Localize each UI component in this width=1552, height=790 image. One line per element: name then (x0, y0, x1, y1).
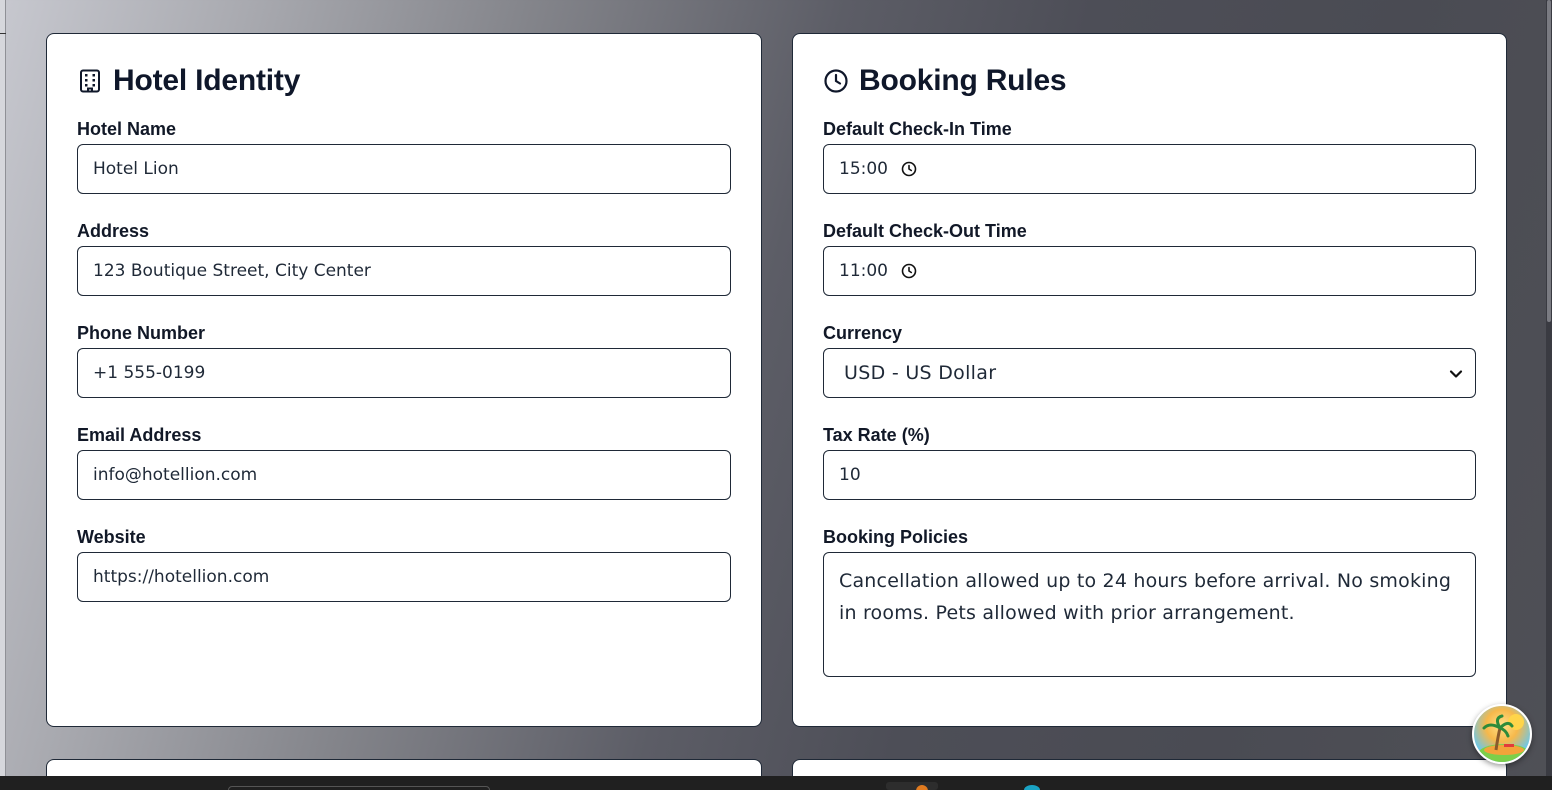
taskbar-app-firefox[interactable] (886, 782, 938, 790)
check-out-field: Default Check-Out Time 11:00 (823, 220, 1476, 296)
time-picker-icon[interactable] (901, 161, 917, 177)
hotel-name-field: Hotel Name Hotel Lion (77, 118, 731, 194)
currency-select[interactable]: USD - US Dollar (823, 348, 1476, 398)
hotel-name-label: Hotel Name (77, 119, 177, 139)
clock-icon (823, 68, 849, 94)
taskbar (0, 776, 1552, 790)
check-out-time-value: 11:00 (839, 261, 888, 281)
booking-rules-header: Booking Rules (823, 63, 1476, 99)
scrollbar-thumb[interactable] (1547, 0, 1551, 322)
check-out-time-input[interactable]: 11:00 (823, 246, 1476, 296)
check-out-label: Default Check-Out Time (823, 221, 1027, 241)
check-in-time-value: 15:00 (839, 159, 888, 179)
time-picker-icon[interactable] (901, 263, 917, 279)
address-input[interactable]: 123 Boutique Street, City Center (77, 246, 731, 296)
booking-policies-field: Booking Policies Cancellation allowed up… (823, 526, 1476, 677)
currency-field: Currency USD - US Dollar (823, 322, 1476, 398)
currency-label: Currency (823, 323, 903, 343)
beach-assistant-button[interactable] (1472, 704, 1532, 764)
hotel-name-input[interactable]: Hotel Lion (77, 144, 731, 194)
currency-selected-value: USD - US Dollar (844, 362, 997, 384)
email-field: Email Address info@hotellion.com (77, 424, 731, 500)
check-in-field: Default Check-In Time 15:00 (823, 118, 1476, 194)
website-label: Website (77, 527, 146, 547)
email-label: Email Address (77, 425, 202, 445)
beach-palm-icon (1478, 714, 1530, 762)
hotel-identity-title: Hotel Identity (113, 64, 301, 97)
hotel-identity-header: Hotel Identity (77, 63, 731, 99)
check-in-time-input[interactable]: 15:00 (823, 144, 1476, 194)
booking-policies-label: Booking Policies (823, 527, 969, 547)
email-input[interactable]: info@hotellion.com (77, 450, 731, 500)
booking-rules-title: Booking Rules (859, 64, 1067, 97)
check-in-label: Default Check-In Time (823, 119, 1012, 139)
phone-input[interactable]: +1 555-0199 (77, 348, 731, 398)
taskbar-app-edge[interactable] (1024, 785, 1040, 790)
window-left-edge (0, 0, 6, 776)
chevron-down-icon (1449, 362, 1463, 384)
building-icon (77, 68, 103, 94)
booking-policies-textarea[interactable]: Cancellation allowed up to 24 hours befo… (823, 552, 1476, 677)
phone-label: Phone Number (77, 323, 206, 343)
website-input[interactable]: https://hotellion.com (77, 552, 731, 602)
booking-rules-card: Booking Rules Default Check-In Time 15:0… (792, 33, 1507, 727)
website-field: Website https://hotellion.com (77, 526, 731, 602)
phone-field: Phone Number +1 555-0199 (77, 322, 731, 398)
address-field: Address 123 Boutique Street, City Center (77, 220, 731, 296)
tax-rate-field: Tax Rate (%) 10 (823, 424, 1476, 500)
address-label: Address (77, 221, 150, 241)
hotel-identity-card: Hotel Identity Hotel Name Hotel Lion Add… (46, 33, 762, 727)
page-scrollbar[interactable] (1546, 0, 1552, 776)
taskbar-search[interactable] (228, 786, 490, 790)
tax-rate-label: Tax Rate (%) (823, 425, 930, 445)
tax-rate-input[interactable]: 10 (823, 450, 1476, 500)
